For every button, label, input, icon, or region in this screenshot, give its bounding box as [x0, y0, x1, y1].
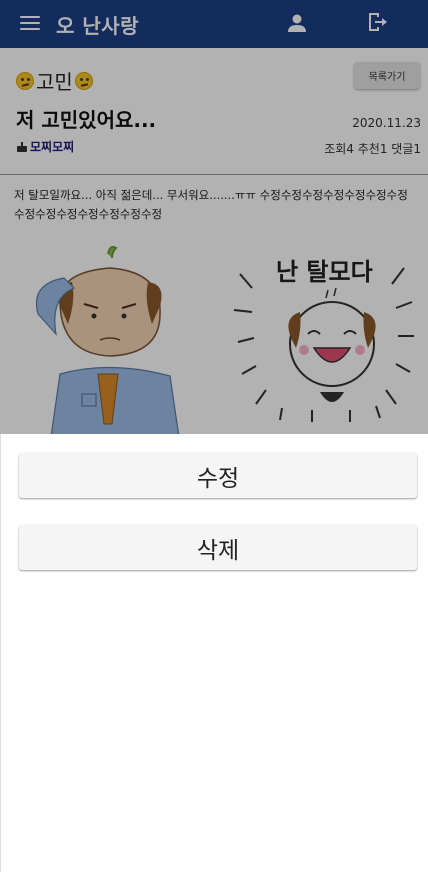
- action-bottom-sheet: 수정 삭제: [0, 434, 428, 872]
- edit-button[interactable]: 수정: [19, 453, 417, 498]
- modal-overlay[interactable]: [0, 0, 428, 434]
- delete-button[interactable]: 삭제: [19, 525, 417, 570]
